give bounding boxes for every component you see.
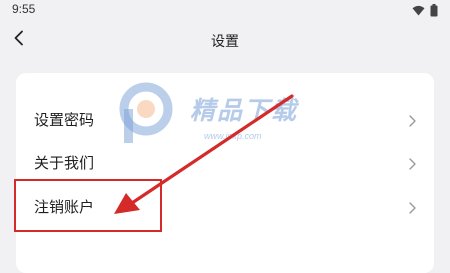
settings-item-about-us[interactable]: 关于我们 (16, 138, 434, 184)
page-title: 设置 (211, 34, 239, 50)
navigation-bar: 设置 (0, 24, 450, 58)
status-icons (412, 4, 438, 17)
battery-icon (430, 4, 438, 17)
chevron-right-icon (409, 112, 416, 131)
annotation-highlight-box (14, 179, 162, 232)
wifi-icon (412, 5, 425, 16)
settings-item-label: 关于我们 (34, 154, 95, 172)
chevron-right-icon (409, 199, 416, 218)
settings-item-set-password[interactable]: 设置密码 (16, 95, 434, 141)
settings-item-label: 设置密码 (34, 111, 95, 129)
settings-card: 设置密码 关于我们 注销账户 (16, 73, 434, 273)
chevron-right-icon (409, 155, 416, 174)
status-time: 9:55 (12, 2, 36, 16)
status-bar: 9:55 (0, 0, 450, 20)
